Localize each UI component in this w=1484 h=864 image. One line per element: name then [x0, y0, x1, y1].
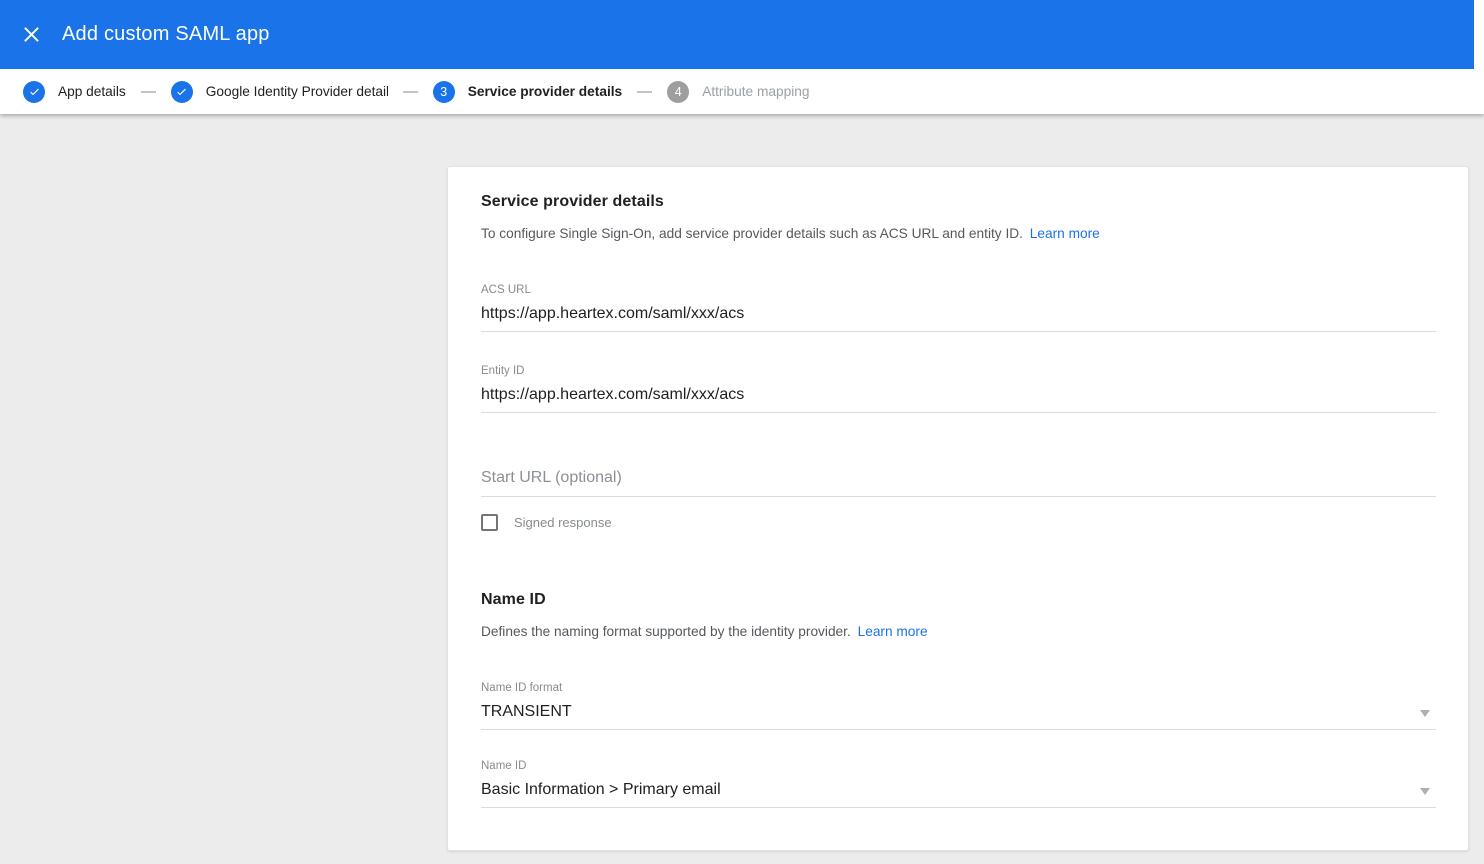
step-separator — [403, 91, 418, 93]
scrollbar-gap — [1474, 0, 1484, 69]
dropdown-caret-icon — [1420, 710, 1430, 717]
section-description: To configure Single Sign-On, add service… — [481, 225, 1436, 242]
step-google-idp-details[interactable]: Google Identity Provider details — [171, 81, 388, 103]
step-label: App details — [58, 84, 126, 99]
acs-url-field[interactable]: ACS URL https://app.heartex.com/saml/xxx… — [481, 284, 1436, 332]
signed-response-row[interactable]: Signed response — [481, 514, 1436, 531]
step-number-badge: 3 — [433, 81, 455, 103]
dialog-header: Add custom SAML app — [0, 0, 1474, 69]
acs-url-label: ACS URL — [481, 284, 1436, 296]
dropdown-caret-icon — [1420, 788, 1430, 795]
learn-more-link[interactable]: Learn more — [858, 624, 928, 639]
section-description: Defines the naming format supported by t… — [481, 623, 1436, 640]
wizard-stepper: App details Google Identity Provider det… — [0, 69, 1484, 114]
name-id-value[interactable]: Basic Information > Primary email — [481, 781, 1436, 799]
name-id-format-dropdown[interactable]: Name ID format TRANSIENT — [481, 682, 1436, 730]
step-app-details[interactable]: App details — [23, 81, 126, 103]
dialog-title: Add custom SAML app — [62, 23, 270, 46]
step-service-provider-details[interactable]: 3 Service provider details — [433, 81, 622, 103]
signed-response-label: Signed response — [514, 515, 612, 530]
section-description-text: To configure Single Sign-On, add service… — [481, 226, 1023, 241]
service-provider-details-card: Service provider details To configure Si… — [447, 166, 1469, 851]
step-separator — [637, 91, 652, 93]
name-id-format-value[interactable]: TRANSIENT — [481, 703, 1436, 721]
entity-id-field[interactable]: Entity ID https://app.heartex.com/saml/x… — [481, 365, 1436, 413]
section-title-name-id: Name ID — [481, 591, 1436, 609]
section-title-service-provider-details: Service provider details — [481, 193, 1436, 211]
start-url-field[interactable]: Start URL (optional) — [481, 469, 1436, 497]
signed-response-checkbox[interactable] — [481, 514, 498, 531]
step-attribute-mapping: 4 Attribute mapping — [667, 81, 809, 103]
entity-id-input[interactable]: https://app.heartex.com/saml/xxx/acs — [481, 386, 1436, 404]
acs-url-input[interactable]: https://app.heartex.com/saml/xxx/acs — [481, 305, 1436, 323]
name-id-label: Name ID — [481, 760, 1436, 772]
content-area: Service provider details To configure Si… — [0, 114, 1484, 864]
entity-id-label: Entity ID — [481, 365, 1436, 377]
step-label: Attribute mapping — [702, 84, 809, 99]
close-icon — [22, 25, 41, 44]
step-label: Google Identity Provider details — [206, 84, 388, 99]
close-button[interactable] — [19, 23, 43, 47]
section-description-text: Defines the naming format supported by t… — [481, 624, 851, 639]
step-separator — [141, 91, 156, 93]
step-completed-check-icon — [23, 81, 45, 103]
learn-more-link[interactable]: Learn more — [1030, 226, 1100, 241]
step-completed-check-icon — [171, 81, 193, 103]
start-url-input[interactable]: Start URL (optional) — [481, 469, 1436, 487]
step-number-badge: 4 — [667, 81, 689, 103]
name-id-dropdown[interactable]: Name ID Basic Information > Primary emai… — [481, 760, 1436, 808]
name-id-format-label: Name ID format — [481, 682, 1436, 694]
step-label: Service provider details — [468, 84, 622, 99]
